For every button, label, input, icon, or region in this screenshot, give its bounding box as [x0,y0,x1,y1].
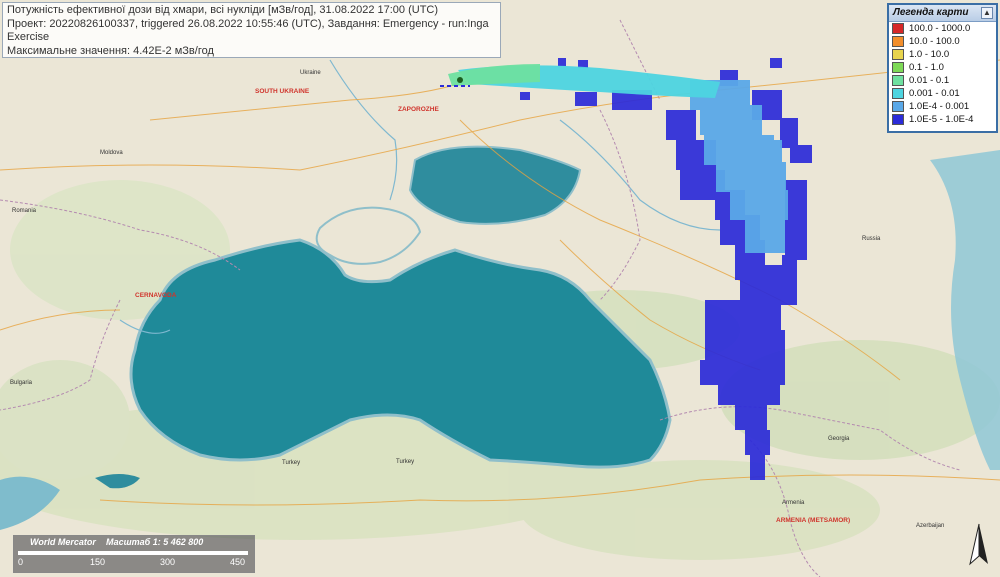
legend-item: 1.0E-4 - 0.001 [889,100,996,113]
legend-item-label: 1.0 - 10.0 [909,49,950,60]
info-project: Проект: 20220826100337, triggered 26.08.… [7,17,489,30]
legend-swatch [892,23,904,34]
info-panel: Потужність ефективної дози від хмари, вс… [2,2,501,58]
map-canvas[interactable] [0,0,1000,577]
legend-item-label: 0.01 - 0.1 [909,75,950,86]
country-georgia-label: Georgia [828,436,850,442]
npp-zaporozhe-label: ZAPOROZHE [398,106,439,113]
legend-swatch [892,101,904,112]
country-romania-label: Romania [12,208,37,214]
legend-item: 0.1 - 1.0 [889,61,996,74]
legend-swatch [892,75,904,86]
legend-item-label: 1.0E-4 - 0.001 [909,101,970,112]
country-turkey-label-1: Turkey [282,460,301,466]
legend-swatch [892,49,904,60]
info-exercise: Exercise [7,31,50,43]
legend-item-label: 0.1 - 1.0 [909,62,944,73]
legend-item: 10.0 - 100.0 [889,35,996,48]
legend-title: Легенда карти ▲ [889,5,996,22]
legend-item: 0.01 - 0.1 [889,74,996,87]
legend-title-text: Легенда карти [893,7,969,18]
legend-item-label: 10.0 - 100.0 [909,36,960,47]
country-russia-label: Russia [862,236,881,242]
legend-item-label: 100.0 - 1000.0 [909,23,971,34]
legend-item: 0.001 - 0.01 [889,87,996,100]
info-max-value: Максимальне значення: 4.42E-2 мЗв/год [7,44,214,57]
projection-label: World Mercator [30,537,96,547]
country-moldova-label: Moldova [100,150,123,156]
map-legend: Легенда карти ▲ 100.0 - 1000.0 10.0 - 100… [887,3,998,133]
npp-cernavoda-label: CERNAVODA [135,292,177,299]
legend-item: 1.0 - 10.0 [889,48,996,61]
legend-swatch [892,88,904,99]
legend-item-label: 1.0E-5 - 1.0E-4 [909,114,974,125]
legend-swatch [892,36,904,47]
country-ukraine-label: Ukraine [300,70,321,76]
scale-ruler [18,551,248,555]
scale-label: Масштаб 1: 5 462 800 [106,537,204,547]
legend-item: 1.0E-5 - 1.0E-4 [889,113,996,126]
north-arrow-icon [969,523,988,566]
scale-tick: 450 [230,557,246,567]
country-bulgaria-label: Bulgaria [10,380,33,386]
scale-tick: 0 [18,557,24,567]
legend-swatch [892,114,904,125]
legend-swatch [892,62,904,73]
scale-tick: 300 [160,557,176,567]
country-turkey-label-2: Turkey [396,459,415,465]
scale-tick: 150 [90,557,106,567]
legend-item: 100.0 - 1000.0 [889,22,996,35]
npp-south-ukraine-label: SOUTH UKRAINE [255,88,310,95]
npp-armenia-label: ARMENIA (METSAMOR) [776,517,851,524]
legend-item-label: 0.001 - 0.01 [909,88,960,99]
legend-collapse-button[interactable]: ▲ [981,7,993,19]
country-azerbaijan-label: Azerbaijan [916,523,945,529]
scale-bar: World Mercator Масштаб 1: 5 462 800 0 15… [13,535,255,573]
country-armenia-label: Armenia [782,500,805,506]
info-title: Потужність ефективної дози від хмари, вс… [7,4,439,16]
